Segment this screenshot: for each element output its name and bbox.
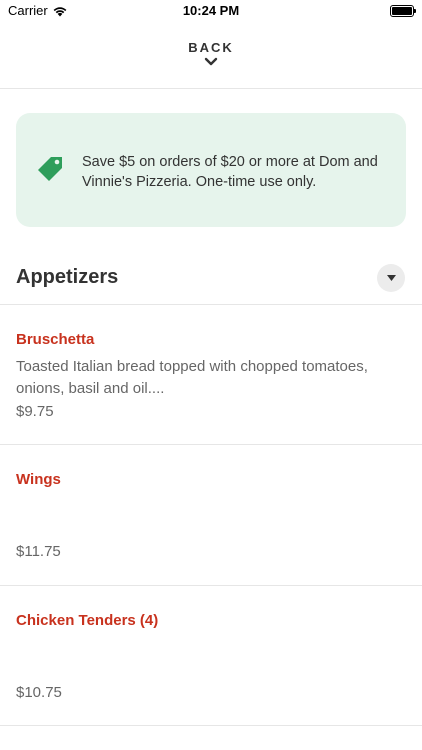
status-bar: Carrier 10:24 PM	[0, 0, 422, 22]
item-divider	[0, 725, 422, 726]
price-tag-icon	[38, 157, 62, 181]
menu-item-name: Bruschetta	[16, 331, 95, 348]
header-divider	[0, 88, 422, 89]
back-label: BACK	[188, 40, 234, 55]
section-title: Appetizers	[16, 266, 119, 288]
chevron-down-icon	[204, 57, 218, 66]
menu-item-name: Chicken Tenders (4)	[16, 612, 159, 629]
menu-item[interactable]: Wings $11.75	[0, 445, 422, 585]
promo-banner: Save $5 on orders of $20 or more at Dom …	[16, 113, 406, 227]
menu-item[interactable]: Bruschetta Toasted Italian bread topped …	[0, 305, 422, 445]
menu-item-name: Wings	[16, 471, 61, 488]
menu-item-price: $10.75	[16, 684, 62, 701]
clock: 10:24 PM	[182, 3, 240, 18]
menu-item-price: $11.75	[16, 543, 61, 560]
battery-icon	[390, 5, 416, 17]
promo-text: Save $5 on orders of $20 or more at Dom …	[82, 154, 378, 190]
menu-item-price: $9.75	[16, 403, 54, 420]
back-button[interactable]: BACK	[0, 40, 422, 66]
menu-item[interactable]: Chicken Tenders (4) $10.75	[0, 586, 422, 726]
caret-down-icon	[386, 275, 396, 281]
menu-item-description: Toasted Italian bread topped with choppe…	[16, 358, 368, 397]
section-collapse-button[interactable]	[377, 264, 405, 292]
